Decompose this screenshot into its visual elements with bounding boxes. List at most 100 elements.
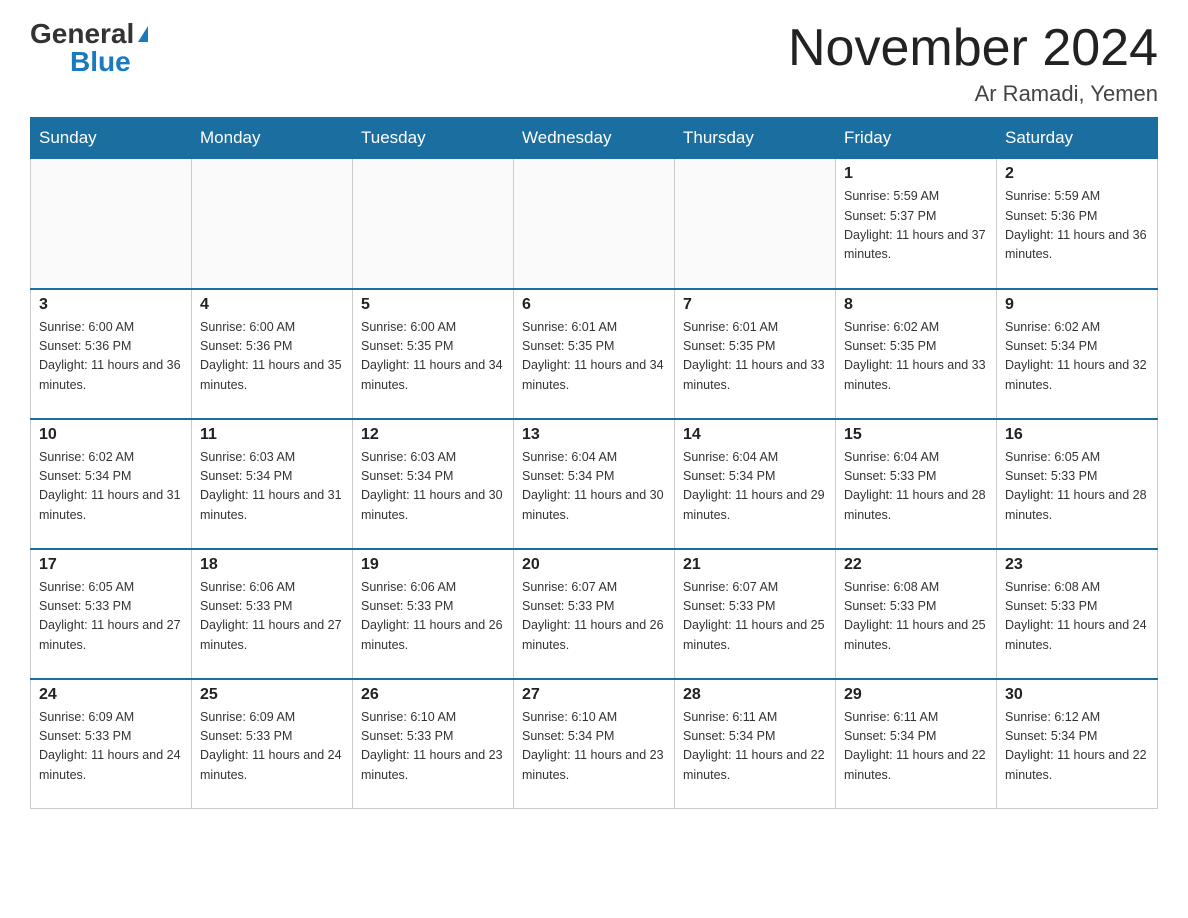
day-number: 2 xyxy=(1005,165,1149,183)
day-info: Sunrise: 6:00 AM Sunset: 5:36 PM Dayligh… xyxy=(200,318,344,396)
calendar-cell: 13 Sunrise: 6:04 AM Sunset: 5:34 PM Dayli… xyxy=(514,419,675,549)
day-info: Sunrise: 6:10 AM Sunset: 5:34 PM Dayligh… xyxy=(522,708,666,786)
calendar-cell: 16 Sunrise: 6:05 AM Sunset: 5:33 PM Dayli… xyxy=(997,419,1158,549)
calendar-cell: 25 Sunrise: 6:09 AM Sunset: 5:33 PM Dayli… xyxy=(192,679,353,809)
calendar-cell: 22 Sunrise: 6:08 AM Sunset: 5:33 PM Dayli… xyxy=(836,549,997,679)
day-header-wednesday: Wednesday xyxy=(514,118,675,159)
calendar-cell: 29Sunrise: 6:11 AM Sunset: 5:34 PM Dayli… xyxy=(836,679,997,809)
day-number: 16 xyxy=(1005,426,1149,444)
day-number: 1 xyxy=(844,165,988,183)
title-section: November 2024 Ar Ramadi, Yemen xyxy=(788,20,1158,107)
calendar-cell xyxy=(675,159,836,289)
day-info: Sunrise: 6:03 AM Sunset: 5:34 PM Dayligh… xyxy=(361,448,505,526)
calendar-cell: 17 Sunrise: 6:05 AM Sunset: 5:33 PM Dayli… xyxy=(31,549,192,679)
day-info: Sunrise: 6:05 AM Sunset: 5:33 PM Dayligh… xyxy=(39,578,183,656)
calendar-cell xyxy=(192,159,353,289)
day-number: 14 xyxy=(683,426,827,444)
day-number: 30 xyxy=(1005,686,1149,704)
calendar-week-row: 17 Sunrise: 6:05 AM Sunset: 5:33 PM Dayli… xyxy=(31,549,1158,679)
day-number: 15 xyxy=(844,426,988,444)
day-number: 9 xyxy=(1005,296,1149,314)
day-number: 22 xyxy=(844,556,988,574)
day-number: 18 xyxy=(200,556,344,574)
calendar-cell: 28Sunrise: 6:11 AM Sunset: 5:34 PM Dayli… xyxy=(675,679,836,809)
day-info: Sunrise: 6:11 AM Sunset: 5:34 PM Dayligh… xyxy=(844,708,988,786)
calendar-cell: 8 Sunrise: 6:02 AM Sunset: 5:35 PM Daylig… xyxy=(836,289,997,419)
calendar-week-row: 10 Sunrise: 6:02 AM Sunset: 5:34 PM Dayli… xyxy=(31,419,1158,549)
day-number: 25 xyxy=(200,686,344,704)
calendar-header-row: SundayMondayTuesdayWednesdayThursdayFrid… xyxy=(31,118,1158,159)
calendar-cell: 27Sunrise: 6:10 AM Sunset: 5:34 PM Dayli… xyxy=(514,679,675,809)
day-number: 23 xyxy=(1005,556,1149,574)
calendar-cell: 9 Sunrise: 6:02 AM Sunset: 5:34 PM Daylig… xyxy=(997,289,1158,419)
day-info: Sunrise: 6:07 AM Sunset: 5:33 PM Dayligh… xyxy=(683,578,827,656)
calendar-cell: 26Sunrise: 6:10 AM Sunset: 5:33 PM Dayli… xyxy=(353,679,514,809)
day-info: Sunrise: 6:01 AM Sunset: 5:35 PM Dayligh… xyxy=(522,318,666,396)
day-number: 8 xyxy=(844,296,988,314)
day-header-thursday: Thursday xyxy=(675,118,836,159)
calendar-cell: 6Sunrise: 6:01 AM Sunset: 5:35 PM Daylig… xyxy=(514,289,675,419)
logo: General Blue xyxy=(30,20,148,76)
day-info: Sunrise: 6:09 AM Sunset: 5:33 PM Dayligh… xyxy=(39,708,183,786)
day-info: Sunrise: 6:00 AM Sunset: 5:36 PM Dayligh… xyxy=(39,318,183,396)
day-number: 20 xyxy=(522,556,666,574)
calendar-cell xyxy=(353,159,514,289)
calendar-cell: 24 Sunrise: 6:09 AM Sunset: 5:33 PM Dayli… xyxy=(31,679,192,809)
calendar-cell: 4 Sunrise: 6:00 AM Sunset: 5:36 PM Daylig… xyxy=(192,289,353,419)
calendar-cell: 23Sunrise: 6:08 AM Sunset: 5:33 PM Dayli… xyxy=(997,549,1158,679)
day-number: 24 xyxy=(39,686,183,704)
calendar-cell: 30Sunrise: 6:12 AM Sunset: 5:34 PM Dayli… xyxy=(997,679,1158,809)
day-info: Sunrise: 6:10 AM Sunset: 5:33 PM Dayligh… xyxy=(361,708,505,786)
calendar-cell: 2 Sunrise: 5:59 AM Sunset: 5:36 PM Daylig… xyxy=(997,159,1158,289)
day-number: 17 xyxy=(39,556,183,574)
location-text: Ar Ramadi, Yemen xyxy=(788,81,1158,107)
calendar-cell: 1 Sunrise: 5:59 AM Sunset: 5:37 PM Daylig… xyxy=(836,159,997,289)
month-title: November 2024 xyxy=(788,20,1158,77)
day-info: Sunrise: 6:09 AM Sunset: 5:33 PM Dayligh… xyxy=(200,708,344,786)
day-info: Sunrise: 6:03 AM Sunset: 5:34 PM Dayligh… xyxy=(200,448,344,526)
calendar-week-row: 24 Sunrise: 6:09 AM Sunset: 5:33 PM Dayli… xyxy=(31,679,1158,809)
calendar-cell: 3 Sunrise: 6:00 AM Sunset: 5:36 PM Daylig… xyxy=(31,289,192,419)
calendar-cell: 20 Sunrise: 6:07 AM Sunset: 5:33 PM Dayli… xyxy=(514,549,675,679)
logo-general-text: General xyxy=(30,20,134,48)
day-info: Sunrise: 6:02 AM Sunset: 5:35 PM Dayligh… xyxy=(844,318,988,396)
day-info: Sunrise: 6:04 AM Sunset: 5:34 PM Dayligh… xyxy=(522,448,666,526)
day-number: 3 xyxy=(39,296,183,314)
day-number: 10 xyxy=(39,426,183,444)
calendar-cell: 21 Sunrise: 6:07 AM Sunset: 5:33 PM Dayli… xyxy=(675,549,836,679)
day-info: Sunrise: 6:00 AM Sunset: 5:35 PM Dayligh… xyxy=(361,318,505,396)
calendar-cell: 19Sunrise: 6:06 AM Sunset: 5:33 PM Dayli… xyxy=(353,549,514,679)
day-header-monday: Monday xyxy=(192,118,353,159)
calendar-cell: 11 Sunrise: 6:03 AM Sunset: 5:34 PM Dayli… xyxy=(192,419,353,549)
day-info: Sunrise: 6:07 AM Sunset: 5:33 PM Dayligh… xyxy=(522,578,666,656)
logo-blue-text: Blue xyxy=(70,46,131,77)
day-number: 19 xyxy=(361,556,505,574)
day-header-friday: Friday xyxy=(836,118,997,159)
day-number: 13 xyxy=(522,426,666,444)
day-info: Sunrise: 6:02 AM Sunset: 5:34 PM Dayligh… xyxy=(39,448,183,526)
day-info: Sunrise: 5:59 AM Sunset: 5:37 PM Dayligh… xyxy=(844,187,988,265)
calendar-cell xyxy=(31,159,192,289)
calendar-cell: 12 Sunrise: 6:03 AM Sunset: 5:34 PM Dayli… xyxy=(353,419,514,549)
calendar-cell: 7Sunrise: 6:01 AM Sunset: 5:35 PM Daylig… xyxy=(675,289,836,419)
calendar-week-row: 1 Sunrise: 5:59 AM Sunset: 5:37 PM Daylig… xyxy=(31,159,1158,289)
logo-triangle-icon xyxy=(138,26,148,42)
day-info: Sunrise: 6:02 AM Sunset: 5:34 PM Dayligh… xyxy=(1005,318,1149,396)
day-info: Sunrise: 6:05 AM Sunset: 5:33 PM Dayligh… xyxy=(1005,448,1149,526)
day-number: 5 xyxy=(361,296,505,314)
day-number: 21 xyxy=(683,556,827,574)
calendar-table: SundayMondayTuesdayWednesdayThursdayFrid… xyxy=(30,117,1158,809)
calendar-cell: 14Sunrise: 6:04 AM Sunset: 5:34 PM Dayli… xyxy=(675,419,836,549)
day-header-sunday: Sunday xyxy=(31,118,192,159)
calendar-cell xyxy=(514,159,675,289)
page-header: General Blue November 2024 Ar Ramadi, Ye… xyxy=(30,20,1158,107)
calendar-cell: 18 Sunrise: 6:06 AM Sunset: 5:33 PM Dayli… xyxy=(192,549,353,679)
day-number: 4 xyxy=(200,296,344,314)
day-number: 28 xyxy=(683,686,827,704)
day-info: Sunrise: 6:06 AM Sunset: 5:33 PM Dayligh… xyxy=(200,578,344,656)
day-number: 11 xyxy=(200,426,344,444)
day-info: Sunrise: 6:08 AM Sunset: 5:33 PM Dayligh… xyxy=(844,578,988,656)
day-info: Sunrise: 6:04 AM Sunset: 5:33 PM Dayligh… xyxy=(844,448,988,526)
day-number: 12 xyxy=(361,426,505,444)
day-info: Sunrise: 5:59 AM Sunset: 5:36 PM Dayligh… xyxy=(1005,187,1149,265)
